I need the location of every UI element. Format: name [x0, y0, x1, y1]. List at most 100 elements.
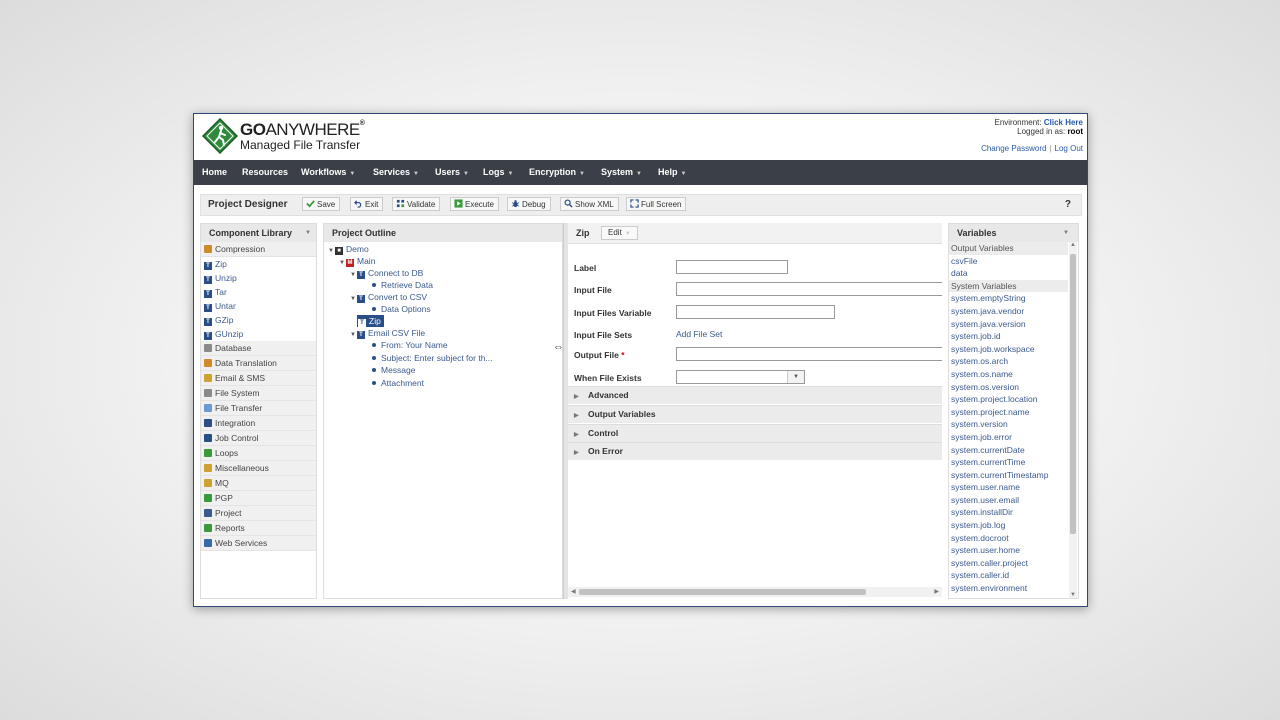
component-category[interactable]: MQ — [201, 476, 316, 491]
edit-menu-button[interactable]: Edit ▼ — [601, 226, 638, 240]
collapse-icon[interactable]: ▼ — [350, 293, 357, 305]
chevron-down-icon[interactable]: ▼ — [787, 371, 804, 383]
output-file-input[interactable] — [676, 347, 942, 361]
variable-item[interactable]: system.caller.project — [949, 557, 1068, 570]
component-item[interactable]: T Untar — [201, 299, 316, 313]
when-file-exists-select[interactable]: ▼ — [676, 370, 805, 384]
component-category[interactable]: File System — [201, 386, 316, 401]
variable-item[interactable]: system.currentDate — [949, 444, 1068, 457]
component-category[interactable]: PGP — [201, 491, 316, 506]
help-button[interactable]: ? — [1065, 195, 1071, 215]
tree-node-message[interactable]: Message — [372, 364, 416, 376]
label-input[interactable] — [676, 260, 788, 274]
full-screen-button[interactable]: Full Screen — [626, 197, 687, 211]
component-item[interactable]: T GUnzip — [201, 327, 316, 341]
scrollbar-thumb[interactable] — [1070, 254, 1076, 534]
component-category[interactable]: Database — [201, 341, 316, 356]
component-category[interactable]: File Transfer — [201, 401, 316, 416]
collapse-icon[interactable]: ▼ — [339, 257, 346, 269]
logout-link[interactable]: Log Out — [1055, 144, 1083, 153]
horizontal-scrollbar[interactable]: ◀ ▶ — [568, 587, 942, 597]
component-category[interactable]: Web Services — [201, 536, 316, 551]
tree-node-main[interactable]: ▼ M Main — [339, 255, 375, 267]
component-item[interactable]: T Zip — [201, 257, 316, 271]
input-file-input[interactable] — [676, 282, 942, 296]
tree-node-convert-csv[interactable]: ▼ T Convert to CSV — [350, 291, 427, 303]
component-category[interactable]: Loops — [201, 446, 316, 461]
variable-item[interactable]: system.user.home — [949, 544, 1068, 557]
variable-item[interactable]: system.user.email — [949, 494, 1068, 507]
add-file-set-link[interactable]: Add File Set — [676, 329, 722, 339]
variable-item[interactable]: system.user.name — [949, 481, 1068, 494]
variable-item[interactable]: system.project.location — [949, 393, 1068, 406]
variable-item[interactable]: system.job.id — [949, 330, 1068, 343]
component-category[interactable]: Data Translation — [201, 356, 316, 371]
tree-node-retrieve-data[interactable]: Retrieve Data — [372, 279, 433, 291]
nav-logs[interactable]: Logs ▼ — [483, 160, 513, 185]
variable-item[interactable]: system.docroot — [949, 532, 1068, 545]
variable-item[interactable]: system.job.error — [949, 431, 1068, 444]
component-category[interactable]: Email & SMS — [201, 371, 316, 386]
nav-encryption[interactable]: Encryption ▼ — [529, 160, 585, 185]
component-category[interactable]: Integration — [201, 416, 316, 431]
tree-node-zip[interactable]: T Zip — [357, 315, 384, 327]
tree-node-email-csv[interactable]: ▼ T Email CSV File — [350, 327, 425, 339]
variable-item[interactable]: system.emptyString — [949, 292, 1068, 305]
scroll-up-icon[interactable]: ▲ — [1070, 242, 1076, 248]
nav-users[interactable]: Users ▼ — [435, 160, 469, 185]
component-item[interactable]: T Unzip — [201, 271, 316, 285]
variable-item[interactable]: system.os.version — [949, 381, 1068, 394]
nav-workflows[interactable]: Workflows ▼ — [301, 160, 355, 185]
collapse-icon[interactable]: ▼ — [350, 269, 357, 281]
variable-item[interactable]: system.job.workspace — [949, 343, 1068, 356]
exit-button[interactable]: Exit — [350, 197, 384, 211]
tree-node-data-options[interactable]: Data Options — [372, 303, 431, 315]
save-button[interactable]: Save — [302, 197, 341, 211]
nav-system[interactable]: System ▼ — [601, 160, 642, 185]
component-category[interactable]: Reports — [201, 521, 316, 536]
component-category[interactable]: Miscellaneous — [201, 461, 316, 476]
change-password-link[interactable]: Change Password — [981, 144, 1046, 153]
validate-button[interactable]: Validate — [392, 197, 441, 211]
scroll-left-icon[interactable]: ◀ — [571, 587, 576, 597]
component-item[interactable]: T GZip — [201, 313, 316, 327]
section-control[interactable]: ▶ Control — [568, 424, 942, 442]
variable-item[interactable]: system.java.vendor — [949, 305, 1068, 318]
tree-node-demo[interactable]: ▼ ■ Demo — [328, 243, 369, 255]
tree-node-attachment[interactable]: Attachment — [372, 377, 424, 389]
variable-item[interactable]: system.currentTime — [949, 456, 1068, 469]
collapse-icon[interactable]: ▼ — [328, 245, 335, 257]
variable-item[interactable]: system.job.log — [949, 519, 1068, 532]
component-category[interactable]: Job Control — [201, 431, 316, 446]
component-category[interactable]: Compression — [201, 242, 316, 257]
nav-services[interactable]: Services ▼ — [373, 160, 419, 185]
component-library-header[interactable]: Component Library ▼ — [201, 224, 316, 242]
variable-item[interactable]: system.java.version — [949, 318, 1068, 331]
input-files-variable-input[interactable] — [676, 305, 835, 319]
debug-button[interactable]: Debug — [507, 197, 551, 211]
nav-home[interactable]: Home — [202, 160, 227, 185]
section-output-variables[interactable]: ▶ Output Variables — [568, 405, 942, 423]
environment-link[interactable]: Click Here — [1044, 118, 1083, 127]
variable-item[interactable]: system.caller.id — [949, 569, 1068, 582]
variable-item[interactable]: system.project.name — [949, 406, 1068, 419]
tree-node-from[interactable]: From: Your Name — [372, 339, 448, 351]
scroll-down-icon[interactable]: ▼ — [1070, 592, 1076, 598]
show-xml-button[interactable]: Show XML — [560, 197, 619, 211]
variable-item[interactable]: system.os.name — [949, 368, 1068, 381]
nav-help[interactable]: Help ▼ — [658, 160, 686, 185]
scrollbar-thumb[interactable] — [579, 589, 866, 595]
scroll-right-icon[interactable]: ▶ — [934, 587, 939, 597]
nav-resources[interactable]: Resources — [242, 160, 288, 185]
variable-item[interactable]: system.currentTimestamp — [949, 469, 1068, 482]
variables-header[interactable]: Variables ▼ — [949, 224, 1078, 242]
variables-scrollbar[interactable]: ▲ ▼ — [1069, 242, 1077, 598]
variable-item[interactable]: csvFile — [949, 255, 1068, 268]
section-on-error[interactable]: ▶ On Error — [568, 442, 942, 460]
variable-item[interactable]: system.installDir — [949, 506, 1068, 519]
variable-item[interactable]: system.version — [949, 418, 1068, 431]
variable-item[interactable]: system.environment — [949, 582, 1068, 595]
variable-item[interactable]: data — [949, 267, 1068, 280]
tree-node-connect-db[interactable]: ▼ T Connect to DB — [350, 267, 423, 279]
component-item[interactable]: T Tar — [201, 285, 316, 299]
